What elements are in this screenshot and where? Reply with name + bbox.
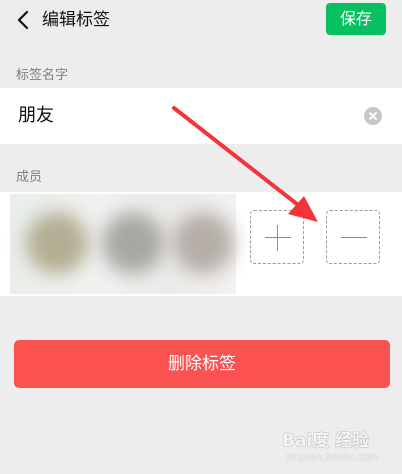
remove-member-button[interactable] <box>326 210 380 264</box>
avatar[interactable] <box>172 212 234 274</box>
clear-icon[interactable] <box>364 107 382 125</box>
watermark-brand: Bai度 经验 <box>282 431 370 451</box>
back-arrow-icon[interactable] <box>14 8 34 32</box>
page-title: 编辑标签 <box>42 10 110 30</box>
tag-name-section-label: 标签名字 <box>16 68 69 83</box>
members-panel <box>0 192 402 296</box>
plus-icon-vertical <box>277 225 278 251</box>
minus-icon <box>341 237 367 238</box>
watermark: Bai度 经验 jingyan.baidu.com <box>282 426 386 464</box>
tag-name-input[interactable]: 朋友 <box>18 104 54 128</box>
watermark-url: jingyan.baidu.com <box>286 452 379 463</box>
save-button[interactable]: 保存 <box>326 3 386 35</box>
avatar[interactable] <box>26 212 88 274</box>
nav-bar: 编辑标签 保存 <box>0 0 402 42</box>
members-section-label: 成员 <box>16 170 43 185</box>
member-avatars <box>10 194 236 294</box>
plus-icon <box>265 237 291 238</box>
avatar[interactable] <box>102 212 164 274</box>
tag-name-field[interactable]: 朋友 <box>0 88 402 144</box>
delete-tag-button[interactable]: 删除标签 <box>14 340 390 388</box>
add-member-button[interactable] <box>250 210 304 264</box>
